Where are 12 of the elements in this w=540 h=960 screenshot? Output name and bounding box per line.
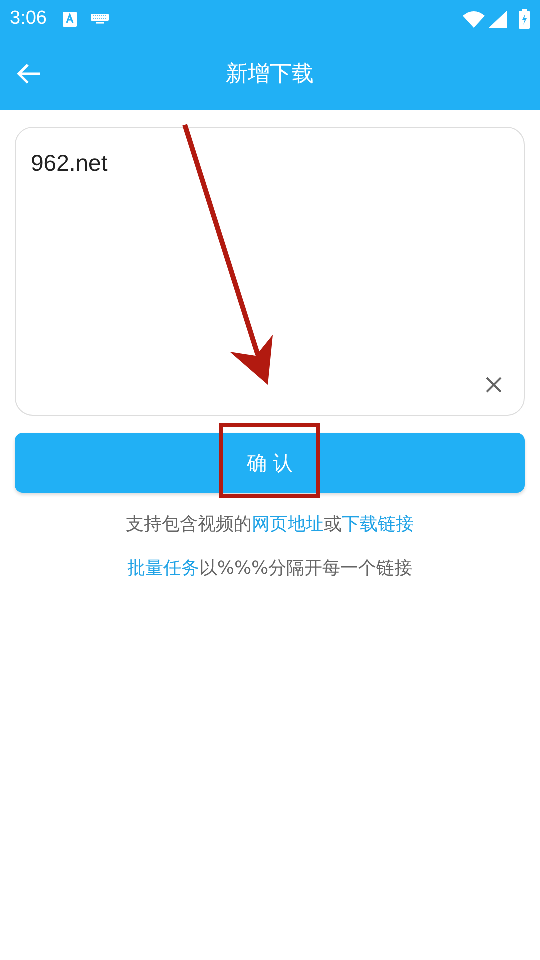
battery-icon bbox=[519, 9, 530, 29]
signal-icon bbox=[489, 10, 507, 28]
clear-icon[interactable] bbox=[485, 376, 503, 394]
hint-text: 支持包含视频的网页地址或下载链接 bbox=[126, 513, 414, 537]
wifi-icon bbox=[463, 10, 485, 28]
page-title: 新增下载 bbox=[226, 60, 314, 88]
hint-text: 批量任务以%%%分隔开每一个链接 bbox=[127, 557, 413, 581]
back-arrow-icon bbox=[16, 63, 42, 85]
status-time: 3:06 bbox=[10, 6, 47, 31]
keyboard-icon bbox=[90, 14, 109, 24]
text-input-icon bbox=[62, 12, 77, 26]
url-input-field[interactable]: 962.net bbox=[15, 127, 525, 416]
